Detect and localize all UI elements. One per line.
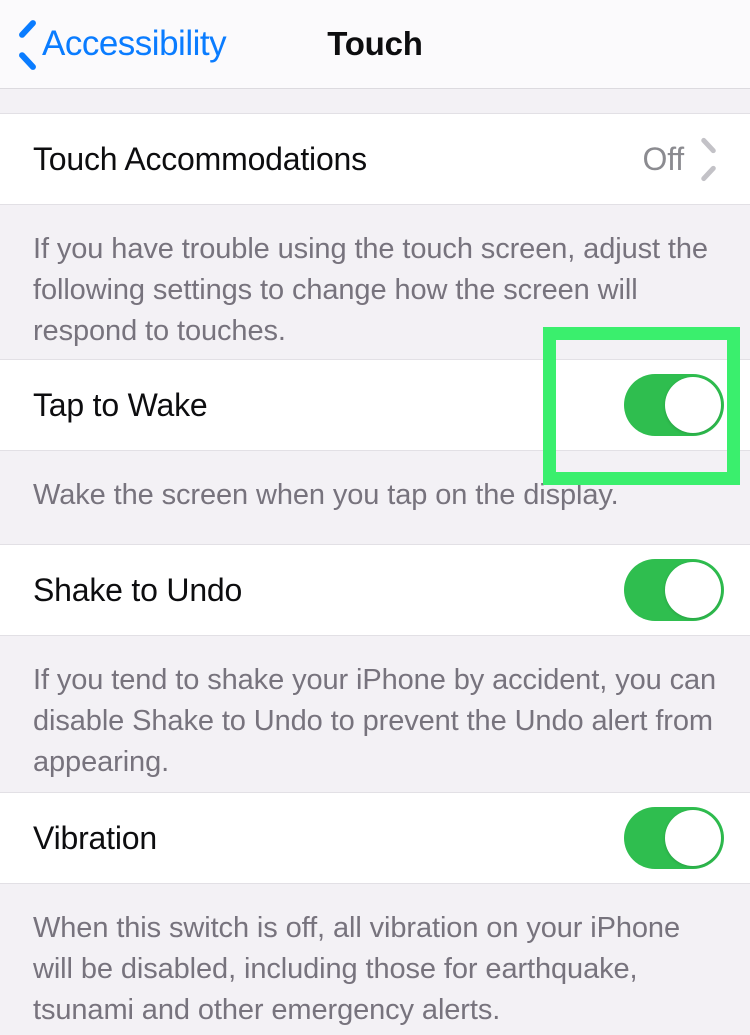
- row-shake-to-undo[interactable]: Shake to Undo: [0, 544, 750, 636]
- page-title: Touch: [327, 25, 423, 62]
- nav-spacer: [0, 89, 750, 113]
- toggle-knob: [665, 377, 721, 433]
- row-label: Vibration: [33, 820, 157, 856]
- status-value: Off: [642, 141, 685, 177]
- section-vibration: Vibration When this switch is off, all v…: [0, 792, 750, 1035]
- section-footer-text: If you tend to shake your iPhone by acci…: [0, 636, 750, 793]
- toggle-knob: [665, 562, 721, 618]
- shake-to-undo-toggle[interactable]: [624, 559, 724, 621]
- section-footer-text: Wake the screen when you tap on the disp…: [0, 451, 750, 526]
- section-touch-accommodations: Touch Accommodations Off If you have tro…: [0, 113, 750, 362]
- navigation-bar: Accessibility Touch: [0, 0, 750, 89]
- row-vibration[interactable]: Vibration: [0, 792, 750, 884]
- row-touch-accommodations[interactable]: Touch Accommodations Off: [0, 113, 750, 205]
- row-tap-to-wake[interactable]: Tap to Wake: [0, 359, 750, 451]
- tap-to-wake-toggle[interactable]: [624, 374, 724, 436]
- section-shake-to-undo: Shake to Undo If you tend to shake your …: [0, 544, 750, 793]
- row-label: Touch Accommodations: [33, 141, 367, 177]
- section-tap-to-wake: Tap to Wake Wake the screen when you tap…: [0, 359, 750, 526]
- section-footer-text: If you have trouble using the touch scre…: [0, 205, 750, 362]
- section-footer-text: When this switch is off, all vibration o…: [0, 884, 750, 1035]
- chevron-right-icon: [702, 144, 718, 174]
- toggle-knob: [665, 810, 721, 866]
- row-label: Shake to Undo: [33, 572, 243, 608]
- vibration-toggle[interactable]: [624, 807, 724, 869]
- settings-touch-screen: Accessibility Touch Touch Accommodations…: [0, 0, 750, 1035]
- row-label: Tap to Wake: [33, 387, 208, 423]
